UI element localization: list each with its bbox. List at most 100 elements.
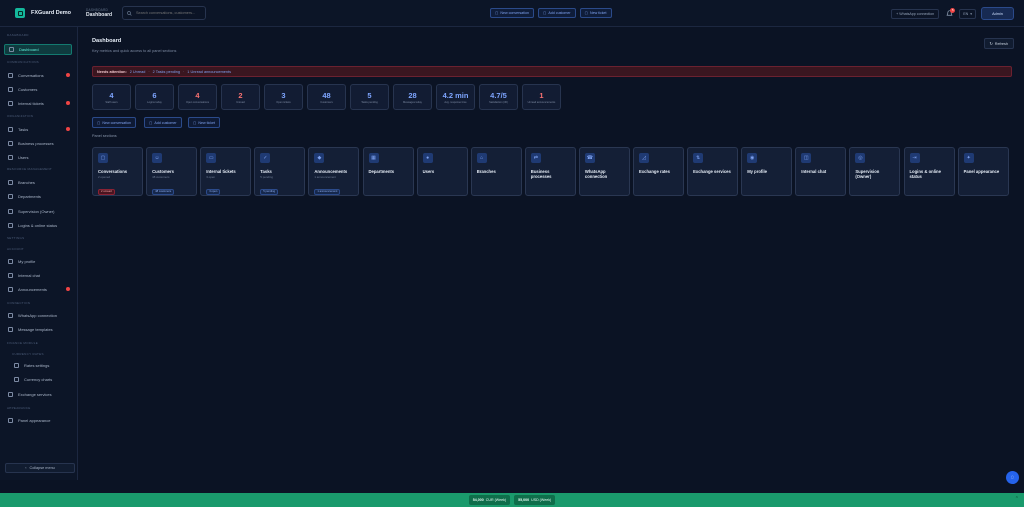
section-card-departments[interactable]: ▦ Departments [362, 147, 414, 196]
section-card-users[interactable]: ● Users [416, 147, 468, 196]
brand[interactable]: FXGuard Demo [0, 8, 86, 18]
sidebar-item-internal-tickets[interactable]: Internal tickets [4, 98, 72, 109]
section-card-whatsapp-connection[interactable]: ☎ WhatsApp connection [578, 147, 630, 196]
section-card-panel-appearance[interactable]: ✦ Panel appearance [957, 147, 1009, 196]
sidebar-item-conversations[interactable]: Conversations [4, 70, 72, 81]
chat-icon: ▢ [97, 120, 101, 125]
chart-icon: ◿ [639, 153, 649, 163]
section-card-my-profile[interactable]: ◉ My profile [741, 147, 793, 196]
section-card-supervision-owner[interactable]: ◎ Supervision (Owner) [849, 147, 901, 196]
sidebar-item-logins[interactable]: Logins & online status [4, 220, 72, 231]
new-ticket-button[interactable]: ▢ New ticket [188, 117, 220, 128]
breadcrumb-page: Dashboard [86, 12, 113, 18]
new-conversation-button[interactable]: ▢ New conversation [92, 117, 136, 128]
sidebar-item-label: WhatsApp connection [18, 313, 57, 318]
sidebar-item-internal-chat[interactable]: Internal chat [4, 270, 72, 281]
stat-value: 4.7/5 [490, 90, 507, 100]
section-card-exchange-services[interactable]: ⇅ Exchange services [687, 147, 739, 196]
section-card-business-processes[interactable]: ⇄ Business processes [524, 147, 576, 196]
sidebar-item-announcements[interactable]: Announcements [4, 284, 72, 295]
add-customer-button[interactable]: ▢ Add customer [144, 117, 182, 128]
sidebar-item-tasks[interactable]: Tasks [4, 124, 72, 135]
ticket-icon [8, 101, 13, 106]
stat-card[interactable]: 1 Unread announcements [522, 84, 561, 110]
language-select[interactable]: EN ▾ [959, 8, 976, 19]
sidebar-item-label: Conversations [18, 73, 44, 78]
card-title: Internal tickets [206, 169, 236, 174]
search-input[interactable] [135, 11, 205, 15]
currency-ticker: 54,000 CUR (Week) 55,000 USD (Week) ⌃ [0, 493, 1024, 507]
sidebar-item-whatsapp-connection[interactable]: WhatsApp connection [4, 310, 72, 321]
sidebar-item-label: Customers [18, 87, 38, 92]
button-label: New conversation [500, 11, 529, 15]
section-card-conversations[interactable]: ▢ Conversations 2 opened 2 unread [92, 147, 143, 196]
user-plus-icon: ▢ [542, 11, 547, 15]
topbar-right: + WhatsApp connection 5 EN ▾ Admin [891, 7, 1014, 20]
exchange-icon [8, 392, 13, 397]
section-card-logins-online-status[interactable]: ⇥ Logins & online status [903, 147, 955, 196]
top-new-conversation-button[interactable]: ▢ New conversation [490, 8, 534, 18]
refresh-button[interactable]: ↻ Refresh [983, 38, 1014, 49]
sidebar-item-my-profile[interactable]: My profile [4, 256, 72, 267]
section-card-announcements[interactable]: ◆ Announcements 1 announcement 1 announceme… [308, 147, 360, 196]
collapse-menu-button[interactable]: ‹ Collapse menu [5, 463, 75, 473]
sidebar: DASHBOARD Dashboard COMMUNICATIONS Conve… [0, 27, 78, 480]
sidebar-item-branches[interactable]: Branches [4, 177, 72, 188]
stat-card[interactable]: 48 Customers [307, 84, 346, 110]
sidebar-item-business-processes[interactable]: Business processes [4, 138, 72, 149]
stat-card[interactable]: 6 Logins today [135, 84, 174, 110]
alert-link-tasks[interactable]: 2 Tasks pending [153, 70, 180, 74]
sidebar-item-currency-charts[interactable]: Currency charts [10, 374, 72, 385]
stat-card[interactable]: 4.2 min Avg. response time [436, 84, 475, 110]
ticker-item[interactable]: 55,000 USD (Week) [514, 495, 556, 505]
card-title: Conversations [98, 169, 128, 174]
notifications-button[interactable]: 5 [944, 7, 956, 19]
sidebar-item-panel-appearance[interactable]: Panel appearance [4, 415, 72, 426]
sidebar-item-users[interactable]: Users [4, 152, 72, 163]
whatsapp-connection-button[interactable]: + WhatsApp connection [891, 8, 940, 19]
sidebar-item-exchange-services[interactable]: Exchange services [4, 389, 72, 400]
user-menu-button[interactable]: Admin [981, 7, 1014, 20]
sidebar-item-dashboard[interactable]: Dashboard [4, 44, 72, 55]
top-bar: FXGuard Demo DASHBOARD Dashboard ▢New co… [0, 0, 1024, 27]
stat-card[interactable]: 28 Messages today [393, 84, 432, 110]
sidebar-item-customers[interactable]: Customers [4, 84, 72, 95]
section-card-internal-chat[interactable]: ◫ Internal chat [795, 147, 847, 196]
stat-card[interactable]: 4.7/5 Satisfaction (30) [479, 84, 518, 110]
search-box[interactable] [122, 6, 206, 20]
sidebar-item-label: Exchange services [18, 392, 52, 397]
stat-label: Customers [320, 100, 333, 104]
sidebar-section-title: ACCOUNT [7, 247, 24, 251]
section-card-branches[interactable]: ⌂ Branches [470, 147, 522, 196]
profile-icon [8, 259, 13, 264]
user-plus-icon: ▢ [149, 120, 153, 125]
sidebar-item-rates-settings[interactable]: Rates settings [10, 360, 72, 371]
sidebar-item-message-templates[interactable]: Message templates [4, 324, 72, 335]
stat-card[interactable]: 5 Tasks pending [350, 84, 389, 110]
sidebar-item-departments[interactable]: Departments [4, 191, 72, 202]
section-card-tasks[interactable]: ✓ Tasks 5 pending 5 pending [254, 147, 306, 196]
chat-fab-button[interactable]: ◌ [1006, 471, 1019, 484]
phone-icon [8, 313, 13, 318]
search-icon [127, 10, 132, 16]
ticket-icon: ▢ [193, 120, 197, 125]
section-card-internal-tickets[interactable]: ▭ Internal tickets 3 open 3 open [200, 147, 252, 196]
top-quick-actions: ▢ New conversation ▢ Add customer ▢ New tic… [490, 8, 612, 18]
card-subtitle: 5 pending [260, 175, 273, 180]
section-card-exchange-rates[interactable]: ◿ Exchange rates [633, 147, 684, 196]
stat-card[interactable]: 4 Open conversations [178, 84, 217, 110]
stat-card[interactable]: 3 Open tickets [264, 84, 303, 110]
top-new-ticket-button[interactable]: ▢ New ticket [579, 8, 612, 18]
alert-link-unread[interactable]: 2 Unread [130, 70, 146, 74]
top-add-customer-button[interactable]: ▢ Add customer [537, 8, 576, 18]
sidebar-item-label: Message templates [18, 327, 53, 332]
stat-card[interactable]: 4 Staff users [92, 84, 131, 110]
section-card-customers[interactable]: ☺ Customers 48 customers 48 customers [146, 147, 198, 196]
sidebar-item-label: Panel appearance [18, 418, 51, 423]
stat-card[interactable]: 2 Unread [221, 84, 260, 110]
card-title: Business processes [530, 169, 552, 180]
alert-link-announcements[interactable]: 1 Unread announcements [187, 70, 231, 74]
ticker-item[interactable]: 54,000 CUR (Week) [468, 495, 511, 505]
chevron-up-icon[interactable]: ⌃ [1015, 496, 1019, 502]
sidebar-item-supervision[interactable]: Supervision (Owner) [4, 206, 72, 217]
